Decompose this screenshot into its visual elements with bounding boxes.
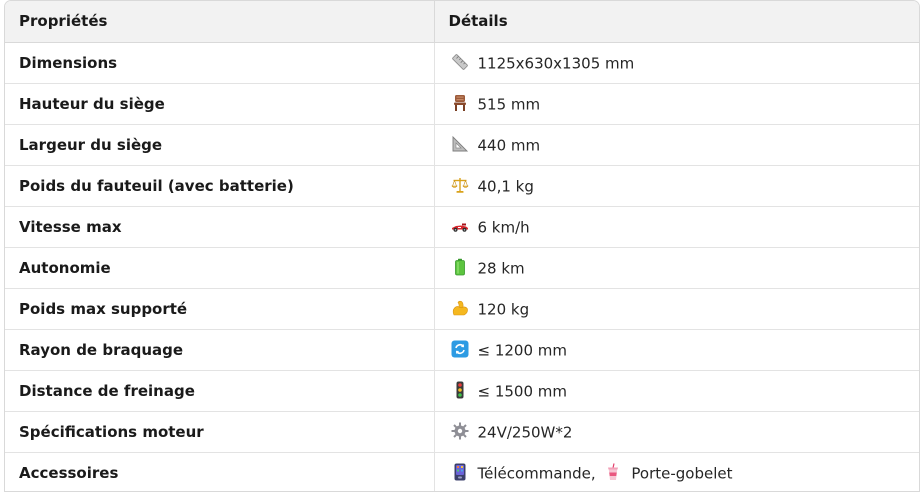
value-cell: Télécommande, Porte-gobelet: [434, 452, 919, 491]
value-text: 28 km: [477, 259, 525, 278]
value-cell: 24V/250W*2: [434, 411, 919, 453]
value-text: 515 mm: [477, 95, 541, 114]
traffic-light-icon: [451, 381, 469, 399]
cup-with-straw-icon: [604, 463, 622, 481]
table-row: Accessoires Télécommande, Porte-gobelet: [5, 452, 919, 491]
value-text: ≤ 1200 mm: [477, 341, 568, 360]
table-header-row: Propriétés Détails: [5, 1, 919, 43]
triangular-ruler-icon: [451, 135, 469, 153]
table-row: Poids du fauteuil (avec batterie) 40,1 k…: [5, 165, 919, 207]
rotate-arrows-icon: [451, 340, 469, 358]
header-properties: Propriétés: [5, 1, 435, 43]
property-cell: Hauteur du siège: [5, 83, 435, 125]
race-car-icon: [451, 217, 469, 235]
value-text: 40,1 kg: [477, 177, 534, 196]
table-row: Poids max supporté 120 kg: [5, 288, 919, 330]
header-details: Détails: [434, 1, 919, 43]
value-cell: 1125x630x1305 mm: [434, 42, 919, 84]
value-cell: 440 mm: [434, 124, 919, 166]
value-cell: 515 mm: [434, 83, 919, 125]
property-cell: Vitesse max: [5, 206, 435, 248]
property-cell: Rayon de braquage: [5, 329, 435, 371]
value-text: 24V/250W*2: [477, 423, 573, 442]
table-row: Dimensions 1125x630x1305 mm: [5, 42, 919, 84]
value-cell: ≤ 1200 mm: [434, 329, 919, 371]
value-cell: 120 kg: [434, 288, 919, 330]
property-cell: Accessoires: [5, 452, 435, 491]
table-row: Hauteur du siège 515 mm: [5, 83, 919, 125]
property-cell: Dimensions: [5, 42, 435, 84]
flexed-biceps-icon: [451, 299, 469, 317]
table-row: Autonomie 28 km: [5, 247, 919, 289]
value-text: 120 kg: [477, 300, 530, 319]
gear-icon: [451, 422, 469, 440]
balance-scale-icon: [450, 176, 469, 194]
value-text: 1125x630x1305 mm: [477, 54, 635, 73]
property-cell: Spécifications moteur: [5, 411, 435, 453]
value-text: 6 km/h: [477, 218, 530, 237]
property-cell: Distance de freinage: [5, 370, 435, 412]
ruler-icon: [451, 53, 469, 71]
table-row: Rayon de braquage ≤ 1200 mm: [5, 329, 919, 371]
value-cell: ≤ 1500 mm: [434, 370, 919, 412]
battery-icon: [451, 258, 469, 276]
value-text: Porte-gobelet: [631, 464, 733, 483]
value-text: Télécommande,: [477, 464, 596, 483]
table-row: Largeur du siège 440 mm: [5, 124, 919, 166]
specifications-table: Propriétés Détails Dimensions 1125x630x1…: [5, 1, 919, 491]
value-cell: 40,1 kg: [434, 165, 919, 207]
property-cell: Poids max supporté: [5, 288, 435, 330]
remote-control-icon: [451, 463, 469, 481]
table-row: Vitesse max 6 km/h: [5, 206, 919, 248]
table-row: Distance de freinage ≤ 1500 mm: [5, 370, 919, 412]
chair-icon: [451, 94, 469, 112]
property-cell: Poids du fauteuil (avec batterie): [5, 165, 435, 207]
value-text: ≤ 1500 mm: [477, 382, 568, 401]
value-cell: 28 km: [434, 247, 919, 289]
value-text: 440 mm: [477, 136, 541, 155]
property-cell: Autonomie: [5, 247, 435, 289]
property-cell: Largeur du siège: [5, 124, 435, 166]
specifications-table-container: Propriétés Détails Dimensions 1125x630x1…: [4, 0, 920, 492]
value-cell: 6 km/h: [434, 206, 919, 248]
table-row: Spécifications moteur 24V/250W*2: [5, 411, 919, 453]
